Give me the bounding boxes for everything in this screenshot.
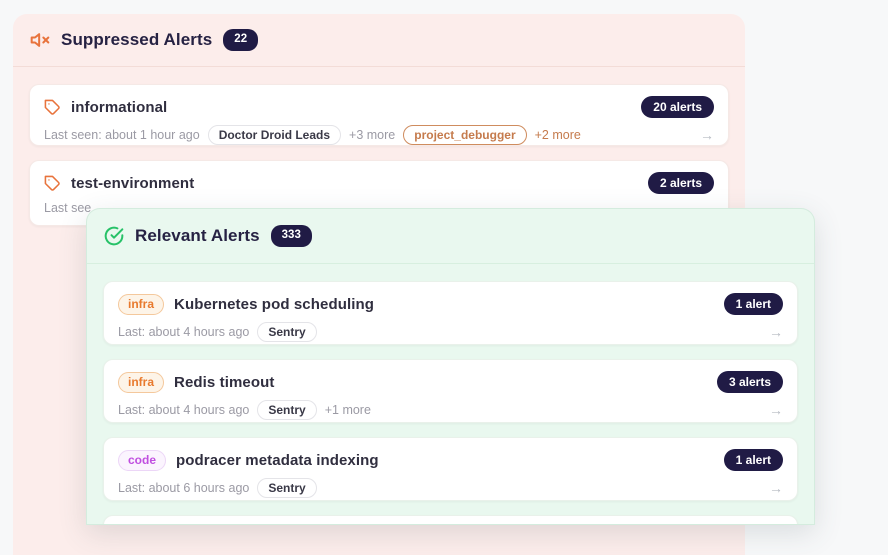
last-seen-text: Last: about 4 hours ago <box>118 403 249 417</box>
arrow-right-icon[interactable]: → <box>769 481 783 495</box>
page: Suppressed Alerts 22 informational 20 al… <box>0 0 888 555</box>
relevant-alerts-panel: Relevant Alerts 333 infra Kubernetes pod… <box>86 208 815 525</box>
last-seen-text: Last seen: about 1 hour ago <box>44 128 200 142</box>
relevant-alerts-title: Relevant Alerts <box>135 226 260 246</box>
relevant-card-redis[interactable]: infra Redis timeout 3 alerts Last: about… <box>103 359 798 423</box>
check-circle-icon <box>104 226 124 246</box>
arrow-right-icon[interactable]: → <box>769 325 783 339</box>
last-seen-text: Last: about 6 hours ago <box>118 481 249 495</box>
alert-title: Redis timeout <box>174 374 274 391</box>
alert-group-name: test-environment <box>71 175 194 192</box>
relevant-card-podracer[interactable]: code podracer metadata indexing 1 alert … <box>103 437 798 501</box>
alert-count-badge: 3 alerts <box>717 371 783 393</box>
suppressed-alerts-header: Suppressed Alerts 22 <box>13 14 745 67</box>
source-chip: Sentry <box>257 478 316 498</box>
alert-count-badge: 20 alerts <box>641 96 714 118</box>
alert-group-name: informational <box>71 99 167 116</box>
suppressed-card-informational[interactable]: informational 20 alerts Last seen: about… <box>29 84 729 146</box>
tag-chip-infra: infra <box>118 294 164 315</box>
alert-count-badge: 1 alert <box>724 449 783 471</box>
suppressed-count-badge: 22 <box>223 29 258 51</box>
suppressed-alerts-title: Suppressed Alerts <box>61 30 212 50</box>
tag-icon <box>44 99 61 116</box>
tag-chip-code: code <box>118 450 166 471</box>
alert-count-badge: 1 alert <box>724 293 783 315</box>
source-more-text: +1 more <box>325 403 371 417</box>
arrow-right-icon[interactable]: → <box>700 128 714 142</box>
project-chip: project_debugger <box>403 125 526 145</box>
alert-title: podracer metadata indexing <box>176 452 379 469</box>
source-chip: Sentry <box>257 322 316 342</box>
alert-count-badge: 2 alerts <box>648 172 714 194</box>
tag-chip-infra: infra <box>118 372 164 393</box>
team-more-text: +3 more <box>349 128 395 142</box>
source-chip: Sentry <box>257 400 316 420</box>
last-seen-text: Last see <box>44 201 91 215</box>
last-seen-text: Last: about 4 hours ago <box>118 325 249 339</box>
team-chip: Doctor Droid Leads <box>208 125 341 145</box>
relevant-alerts-header: Relevant Alerts 333 <box>87 209 814 264</box>
relevant-card-partial[interactable] <box>103 515 798 525</box>
relevant-alerts-list: infra Kubernetes pod scheduling 1 alert … <box>87 264 814 525</box>
tag-icon <box>44 175 61 192</box>
arrow-right-icon[interactable]: → <box>769 403 783 417</box>
relevant-count-badge: 333 <box>271 225 312 247</box>
relevant-card-kubernetes[interactable]: infra Kubernetes pod scheduling 1 alert … <box>103 281 798 345</box>
project-more-text: +2 more <box>535 128 581 142</box>
volume-mute-icon <box>30 30 50 50</box>
alert-title: Kubernetes pod scheduling <box>174 296 374 313</box>
